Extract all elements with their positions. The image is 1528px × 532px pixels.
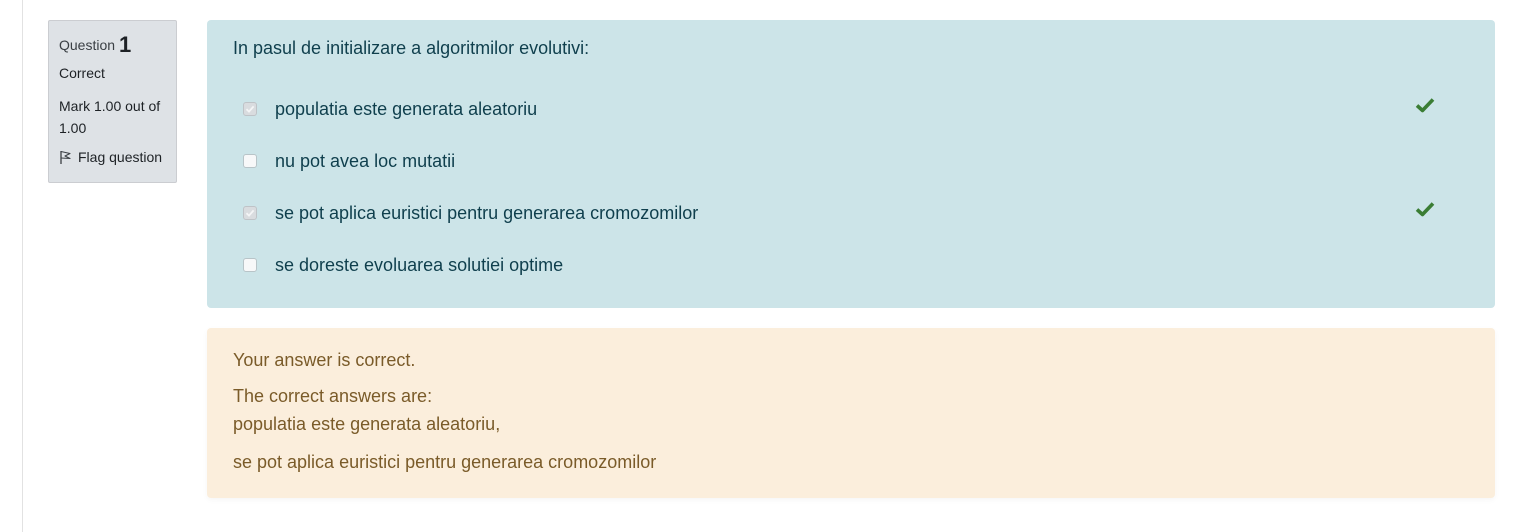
flag-question-link[interactable]: Flag question [59,149,166,165]
answer-label: se doreste evoluarea solutiei optime [275,254,564,275]
question-number: 1 [119,32,132,57]
answer-label: populatia este generata aleatoriu [275,98,538,119]
right-answer-heading: The correct answers are: [233,386,433,406]
answer-list: populatia este generata aleatoriu nu pot… [233,83,1469,291]
right-answer: The correct answers are: populatia este … [233,382,1469,438]
question-info-panel: Question 1 Correct Mark 1.00 out of 1.00 … [48,20,177,183]
answer-option: populatia este generata aleatoriu [233,83,1469,135]
question-word: Question [59,37,116,53]
answer-label: se pot aplica euristici pentru generarea… [275,202,699,223]
right-answer-item: populatia este generata aleatoriu, [233,414,501,434]
page-left-border [22,0,23,532]
question-formulation: In pasul de initializare a algoritmilor … [207,20,1495,308]
question-number-line: Question 1 [59,31,166,59]
flag-icon [60,150,71,164]
check-icon [1415,98,1435,113]
question-grade: Mark 1.00 out of 1.00 [59,98,161,136]
checkbox-check-icon [245,105,255,113]
answer-option: nu pot avea loc mutatii [233,135,1469,187]
answer-label: nu pot avea loc mutatii [275,150,456,171]
answer-option: se doreste evoluarea solutiei optime [233,239,1469,291]
checkbox-check-icon [245,209,255,217]
answer-option: se pot aplica euristici pentru generarea… [233,187,1469,239]
question-state: Correct [59,65,105,81]
answer-checkbox[interactable] [243,102,257,116]
question-outcome: Your answer is correct. The correct answ… [207,328,1495,498]
answer-checkbox[interactable] [243,154,257,168]
check-icon [1415,202,1435,217]
flag-question-label: Flag question [78,149,163,165]
specific-feedback: Your answer is correct. [233,350,416,370]
right-answer-item: se pot aplica euristici pentru generarea… [233,452,657,472]
question-text: In pasul de initializare a algoritmilor … [233,38,590,58]
answer-checkbox[interactable] [243,206,257,220]
answer-checkbox[interactable] [243,258,257,272]
